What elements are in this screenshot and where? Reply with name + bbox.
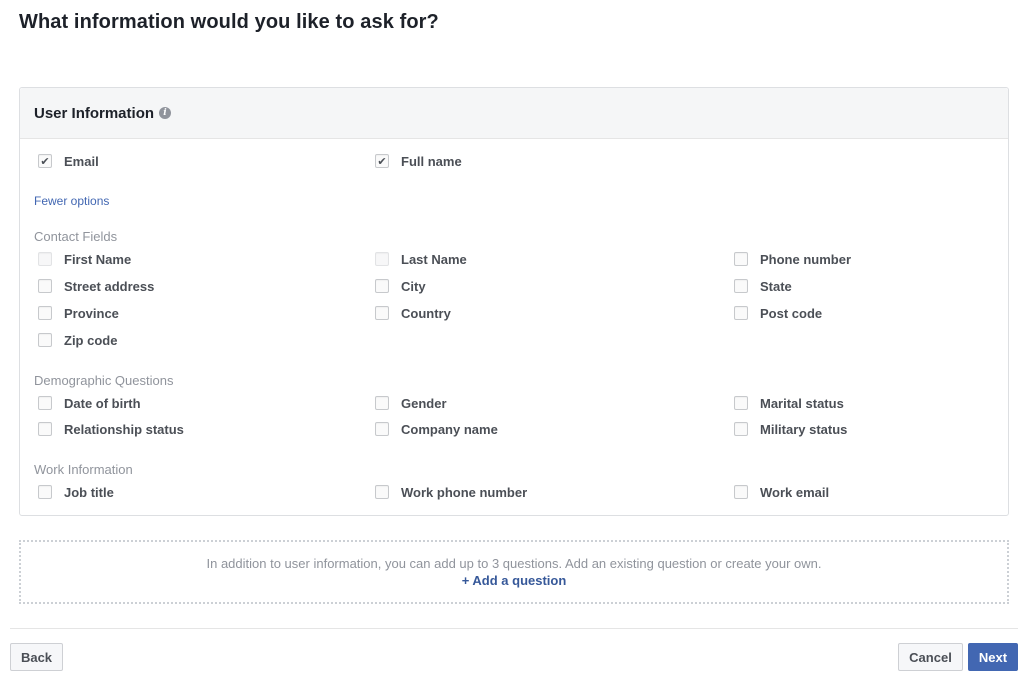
card-header: User Information i [20,88,1008,139]
checkbox-label: Full name [401,153,462,169]
checkbox-street-address[interactable]: Street address [38,277,154,295]
footer-divider [10,628,1018,629]
checkbox-box[interactable] [375,306,389,320]
checkbox-country[interactable]: Country [375,304,451,322]
checkbox-box[interactable] [734,396,748,410]
checkbox-label: Last Name [401,251,467,267]
checkbox-box[interactable] [734,306,748,320]
checkbox-last-name[interactable]: Last Name [375,250,467,268]
checkbox-state[interactable]: State [734,277,792,295]
checkbox-box[interactable] [38,279,52,293]
checkbox-city[interactable]: City [375,277,426,295]
checkbox-label: Work phone number [401,484,528,500]
section-label-demographic-questions: Demographic Questions [34,373,174,388]
checkbox-box[interactable] [375,396,389,410]
checkbox-label: Military status [760,421,848,437]
checkbox-label: Post code [760,305,823,321]
checkbox-box[interactable] [375,422,389,436]
checkbox-box[interactable] [734,485,748,499]
checkbox-marital-status[interactable]: Marital status [734,394,844,412]
checkbox-box[interactable] [38,333,52,347]
checkbox-first-name[interactable]: First Name [38,250,131,268]
checkbox-date-of-birth[interactable]: Date of birth [38,394,141,412]
checkbox-company-name[interactable]: Company name [375,420,498,438]
checkbox-box[interactable] [38,422,52,436]
checkbox-checked-icon[interactable]: ✔ [375,154,389,168]
checkbox-label: Country [401,305,451,321]
checkbox-relationship-status[interactable]: Relationship status [38,420,184,438]
checkbox-checked-icon[interactable]: ✔ [38,154,52,168]
checkbox-label: Date of birth [64,395,141,411]
checkbox-phone-number[interactable]: Phone number [734,250,851,268]
checkbox-label: Zip code [64,332,118,348]
info-icon[interactable]: i [159,107,172,119]
next-button[interactable]: Next [968,643,1018,671]
checkbox-label: Phone number [760,251,852,267]
checkbox-label: Marital status [760,395,844,411]
checkbox-work-email[interactable]: Work email [734,483,829,501]
checkbox-post-code[interactable]: Post code [734,304,822,322]
checkbox-label: Company name [401,421,498,437]
checkbox-label: Street address [64,278,155,294]
section-label-contact-fields: Contact Fields [34,229,118,244]
checkbox-label: Email [64,153,99,169]
section-label-work-information: Work Information [34,462,133,477]
checkbox-box[interactable] [38,252,52,266]
page-title: What information would you like to ask f… [19,11,439,33]
checkbox-label: Province [64,305,119,321]
checkbox-box[interactable] [375,252,389,266]
checkbox-label: Relationship status [64,421,184,437]
checkbox-job-title[interactable]: Job title [38,483,114,501]
back-button[interactable]: Back [10,643,63,671]
cancel-button[interactable]: Cancel [898,643,963,671]
checkbox-label: City [401,278,426,294]
add-question-description: In addition to user information, you can… [206,556,822,571]
checkbox-zip-code[interactable]: Zip code [38,331,117,349]
checkbox-label: State [760,278,792,294]
checkbox-box[interactable] [38,306,52,320]
checkbox-box[interactable] [375,485,389,499]
checkbox-label: Job title [64,484,114,500]
checkbox-email[interactable]: ✔ Email [38,152,99,170]
checkbox-box[interactable] [38,485,52,499]
checkbox-gender[interactable]: Gender [375,394,447,412]
checkbox-box[interactable] [734,279,748,293]
checkbox-label: Work email [760,484,830,500]
checkbox-box[interactable] [734,252,748,266]
card-title: User Information [34,104,155,122]
checkbox-label: Gender [401,395,447,411]
checkbox-military-status[interactable]: Military status [734,420,847,438]
checkbox-province[interactable]: Province [38,304,119,322]
add-question-link[interactable]: + Add a question [21,573,1007,588]
add-question-area: In addition to user information, you can… [19,540,1009,604]
fewer-options-link[interactable]: Fewer options [34,194,109,208]
checkbox-box[interactable] [38,396,52,410]
checkbox-full-name[interactable]: ✔ Full name [375,152,462,170]
checkbox-box[interactable] [375,279,389,293]
checkbox-label: First Name [64,251,132,267]
checkbox-work-phone-number[interactable]: Work phone number [375,483,527,501]
user-information-card: User Information i ✔ Email ✔ Full name F… [19,87,1009,516]
checkbox-box[interactable] [734,422,748,436]
